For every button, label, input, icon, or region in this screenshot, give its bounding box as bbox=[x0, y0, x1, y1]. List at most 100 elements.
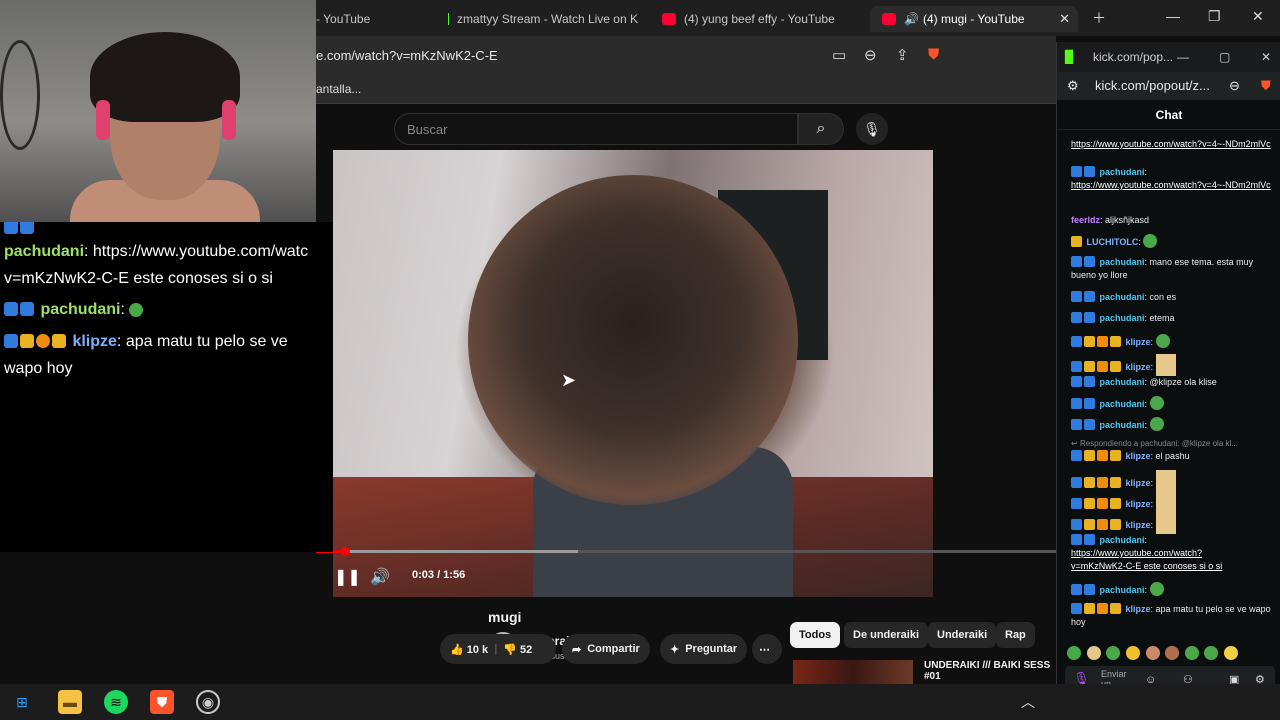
mic-icon[interactable]: 🎙 bbox=[1073, 672, 1090, 685]
chip-underaiki[interactable]: Underaiki bbox=[928, 622, 997, 648]
browser-tab[interactable]: zmattyy Stream - Watch Live on K bbox=[448, 6, 638, 32]
emote-icon[interactable] bbox=[1125, 646, 1140, 660]
zoom-icon[interactable]: ⊖ bbox=[1229, 78, 1240, 94]
chat-username[interactable]: pachudani bbox=[1100, 377, 1145, 387]
video-title: mugi bbox=[488, 609, 522, 625]
speaker-icon: 🔊 bbox=[904, 12, 919, 26]
chat-link[interactable]: v=mKzNwK2-C-E este conoses si o si bbox=[1071, 561, 1222, 571]
obs-icon[interactable]: ◉ bbox=[196, 690, 220, 714]
chat-username[interactable]: klipze bbox=[1126, 520, 1151, 530]
chat-username[interactable]: klipze bbox=[1126, 478, 1151, 488]
chat-username[interactable]: klipze bbox=[1126, 337, 1151, 347]
cast-icon[interactable]: ▭ bbox=[832, 46, 846, 64]
chat-username[interactable]: klipze bbox=[1126, 451, 1151, 461]
search-button[interactable]: ⌕ bbox=[798, 113, 844, 145]
windows-start-icon[interactable]: ⊞ bbox=[10, 690, 34, 714]
chat-username[interactable]: LUCHITOLC bbox=[1087, 237, 1139, 247]
crown-icon bbox=[1084, 336, 1095, 347]
up-next-title-text: UNDERAIKI /// BAIKI SESS bbox=[924, 660, 1051, 671]
dislike-button[interactable]: 👎 52 bbox=[503, 643, 532, 656]
chat-username[interactable]: klipze bbox=[1126, 604, 1151, 614]
maximize-icon[interactable]: ▢ bbox=[1219, 50, 1230, 64]
emote-icon[interactable] bbox=[1145, 646, 1160, 660]
emote-icon[interactable] bbox=[1086, 646, 1101, 660]
badge-icon bbox=[1071, 236, 1082, 247]
chat-message: pachudani: bbox=[1071, 166, 1276, 179]
site-settings-icon[interactable]: ⚙ bbox=[1067, 78, 1079, 94]
chat-popout-window: ▉ kick.com/pop... — ▢ ✕ ⚙ kick.com/popou… bbox=[1056, 42, 1280, 707]
crown-icon bbox=[20, 334, 34, 348]
volume-icon[interactable]: 🔊 bbox=[370, 567, 390, 587]
url-text[interactable]: e.com/watch?v=mKzNwK2-C-E bbox=[316, 48, 498, 63]
chat-text: apa matu tu pelo se ve bbox=[125, 333, 288, 350]
more-button[interactable]: ⋯ bbox=[752, 634, 782, 664]
browser-tab[interactable]: (4) yung beef effy - YouTube bbox=[662, 6, 862, 32]
chat-username[interactable]: pachudani bbox=[1100, 292, 1145, 302]
chat-username[interactable]: pachudani bbox=[1100, 535, 1145, 545]
close-tab-icon[interactable]: ✕ bbox=[1059, 11, 1070, 27]
minimize-icon[interactable]: — bbox=[1177, 50, 1189, 64]
chat-username[interactable]: pachudani bbox=[1100, 313, 1145, 323]
brave-browser-icon[interactable]: ⛊ bbox=[150, 690, 174, 714]
pepe-emote-icon[interactable] bbox=[1204, 646, 1219, 660]
chat-username[interactable]: pachudani bbox=[1100, 257, 1145, 267]
pause-icon[interactable]: ❚❚ bbox=[334, 567, 361, 587]
progress-scrubber[interactable] bbox=[341, 547, 350, 556]
pepe-emote-icon[interactable] bbox=[1184, 646, 1199, 660]
pepe-emote-icon[interactable] bbox=[1067, 646, 1081, 660]
emote-icon[interactable] bbox=[1165, 646, 1180, 660]
chip-from-channel[interactable]: De underaiki bbox=[844, 622, 929, 648]
like-button[interactable]: 👍 10 k bbox=[450, 643, 488, 656]
chat-username[interactable]: klipze bbox=[1126, 499, 1151, 509]
brave-shield-icon[interactable]: ⛊ bbox=[928, 46, 939, 63]
chat-username[interactable]: pachudani bbox=[1100, 399, 1145, 409]
chat-link[interactable]: https://www.youtube.com/watch?v=4~-NDm2m… bbox=[1071, 139, 1271, 149]
pepe-emote-icon bbox=[1149, 396, 1164, 410]
close-window-icon[interactable]: ✕ bbox=[1252, 8, 1264, 25]
brave-shield-icon[interactable]: ⛊ bbox=[1261, 78, 1271, 94]
bookmark-item[interactable]: antalla... bbox=[316, 82, 361, 96]
emote-bar[interactable] bbox=[1067, 645, 1238, 660]
chat-username[interactable]: feerldz bbox=[1071, 215, 1100, 225]
share-icon[interactable]: ⇪ bbox=[896, 46, 909, 64]
chat-message: pachudani: mano ese tema. esta muy bueno… bbox=[1071, 256, 1254, 280]
chat-link[interactable]: https://www.youtube.com/watch? bbox=[1071, 548, 1202, 558]
chip-all[interactable]: Todos bbox=[790, 622, 841, 648]
chip-rap[interactable]: Rap bbox=[996, 622, 1035, 648]
badge-icon bbox=[1097, 498, 1108, 509]
voice-search-button[interactable]: 🎙 bbox=[856, 113, 888, 145]
pepe-emote-icon bbox=[1143, 234, 1158, 248]
tab-title: - YouTube bbox=[316, 12, 371, 26]
emote-icon[interactable] bbox=[1224, 646, 1238, 660]
popout-url[interactable]: kick.com/popout/z... bbox=[1095, 78, 1210, 93]
address-bar: e.com/watch?v=mKzNwK2-C-E ▭ ⊖ ⇪ ⛊ bbox=[316, 36, 1056, 76]
share-label: Compartir bbox=[587, 643, 640, 655]
pepe-emote-icon[interactable] bbox=[1106, 646, 1121, 660]
chat-username[interactable]: pachudani bbox=[1100, 420, 1145, 430]
video-player[interactable]: ➤ bbox=[333, 150, 933, 597]
chat-username[interactable]: klipze bbox=[1126, 362, 1151, 372]
badge-icon bbox=[1071, 256, 1082, 267]
zoom-icon[interactable]: ⊖ bbox=[864, 46, 877, 64]
minimize-icon[interactable]: — bbox=[1166, 8, 1180, 24]
maximize-icon[interactable]: ❐ bbox=[1208, 8, 1221, 25]
badge-icon bbox=[1071, 603, 1082, 614]
chat-link[interactable]: https://www.youtube.com/watch?v=4~-NDm2m… bbox=[1071, 180, 1271, 190]
up-next-title[interactable]: UNDERAIKI /// BAIKI SESS #01 bbox=[924, 660, 1050, 682]
new-tab-icon[interactable]: ＋ bbox=[1092, 8, 1106, 28]
chat-username[interactable]: pachudani bbox=[1100, 585, 1145, 595]
chevron-up-icon[interactable]: ︿ bbox=[1016, 690, 1040, 714]
up-next-thumbnail[interactable] bbox=[793, 660, 913, 684]
browser-tab[interactable]: - YouTube bbox=[316, 6, 436, 32]
headset-icon bbox=[222, 100, 236, 140]
share-button[interactable]: ➦ Compartir bbox=[562, 634, 650, 664]
close-icon[interactable]: ✕ bbox=[1261, 50, 1271, 64]
search-input[interactable]: Buscar bbox=[394, 113, 798, 145]
stream-overlay-chat: pachudani: https://www.youtube.com/watc … bbox=[0, 222, 333, 552]
chat-username[interactable]: pachudani bbox=[1100, 167, 1145, 177]
up-next-sub: #01 bbox=[924, 671, 941, 682]
spotify-icon[interactable]: ≋ bbox=[104, 690, 128, 714]
file-explorer-icon[interactable]: ▬ bbox=[58, 690, 82, 714]
ask-button[interactable]: ✦ Preguntar bbox=[660, 634, 748, 664]
browser-tab-active[interactable]: 🔊 (4) mugi - YouTube ✕ bbox=[870, 6, 1078, 32]
